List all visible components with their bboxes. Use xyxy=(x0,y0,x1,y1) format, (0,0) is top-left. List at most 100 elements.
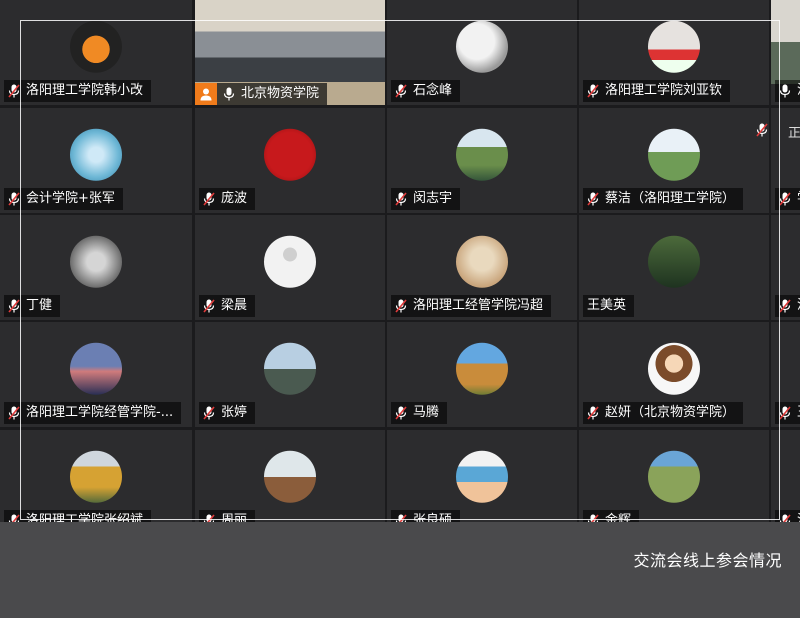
participant-tile[interactable]: 王美英 xyxy=(579,215,769,320)
participant-tile[interactable]: 丁健 xyxy=(0,215,192,320)
participant-name-tag: 洛阳理工经管学院冯超 xyxy=(391,295,552,317)
participant-tile[interactable]: 洛 xyxy=(771,430,800,522)
participant-name: 金辉 xyxy=(605,513,632,522)
host-user-icon xyxy=(195,83,217,105)
mic-muted-icon xyxy=(8,84,20,98)
participant-name: 赵妍（北京物资学院） xyxy=(605,405,736,420)
mic-muted-icon xyxy=(779,299,791,313)
avatar xyxy=(70,342,122,395)
mic-muted-icon xyxy=(779,406,791,420)
participant-name-tag: 洛 xyxy=(775,80,800,102)
mic-muted-icon xyxy=(587,192,599,206)
participant-tile[interactable]: 闵志宇 xyxy=(387,108,577,213)
mic-muted-icon xyxy=(779,514,791,522)
participant-name: 闵志宇 xyxy=(413,191,453,206)
mic-muted-icon xyxy=(587,514,599,522)
participant-name-tag: 洛阳理工学院韩小改 xyxy=(4,80,152,102)
avatar xyxy=(264,128,316,181)
participant-name-tag: 洛 xyxy=(775,295,800,317)
participant-name: 北京物资学院 xyxy=(241,86,320,101)
participant-name-tag: 张婷 xyxy=(199,402,256,424)
avatar xyxy=(456,20,508,73)
mic-muted-icon xyxy=(8,406,20,420)
participant-name: 蔡洁（洛阳理工学院） xyxy=(605,191,736,206)
mic-muted-icon xyxy=(203,192,215,206)
avatar xyxy=(264,450,316,503)
participant-name: 洛阳理工学院经管学院-... xyxy=(26,405,174,420)
mic-muted-icon xyxy=(756,122,768,141)
mic-muted-icon xyxy=(395,299,407,313)
participant-tile[interactable]: 北京物资学院 xyxy=(195,0,385,105)
mic-muted-icon xyxy=(587,84,599,98)
participant-name: 张婷 xyxy=(221,405,248,420)
mic-muted-icon xyxy=(395,84,407,98)
participant-name-tag: 石念峰 xyxy=(391,80,461,102)
participant-name-tag: 庞波 xyxy=(199,188,256,210)
participant-name: 马腾 xyxy=(413,405,440,420)
avatar xyxy=(70,20,122,73)
mic-muted-icon xyxy=(395,192,407,206)
participant-name-tag: 赵妍（北京物资学院） xyxy=(583,402,744,424)
participant-name-tag: 王美英 xyxy=(583,295,635,317)
participant-name: 石念峰 xyxy=(413,83,453,98)
avatar xyxy=(264,342,316,395)
participant-name: 梁晨 xyxy=(221,298,248,313)
participant-name-tag: 学 xyxy=(775,188,800,210)
participant-name-tag: 王 xyxy=(775,402,800,424)
participant-tile[interactable]: 蔡洁（洛阳理工学院） xyxy=(579,108,769,213)
avatar xyxy=(648,128,700,181)
mic-muted-icon xyxy=(203,299,215,313)
participant-tile[interactable]: 王 xyxy=(771,322,800,427)
participant-tile[interactable]: 张良硕 xyxy=(387,430,577,522)
participant-name: 丁健 xyxy=(26,298,53,313)
participant-name: 洛阳理工学院刘亚钦 xyxy=(605,83,723,98)
participant-tile[interactable]: 洛阳理工学院经管学院-... xyxy=(0,322,192,427)
caption-bar: 交流会线上参会情况 xyxy=(0,522,800,618)
participant-tile[interactable]: 梁晨 xyxy=(195,215,385,320)
avatar xyxy=(70,128,122,181)
participant-name: 会计学院+张军 xyxy=(26,191,115,206)
participant-tile[interactable]: 周丽 xyxy=(195,430,385,522)
participant-tile[interactable]: 洛阳理工经管学院冯超 xyxy=(387,215,577,320)
participant-name-tag: 丁健 xyxy=(4,295,61,317)
mic-muted-icon xyxy=(587,406,599,420)
participant-name-tag: 洛阳理工学院张绍斌 xyxy=(4,510,152,522)
avatar xyxy=(456,235,508,288)
participant-name-tag: 会计学院+张军 xyxy=(4,188,123,210)
participant-tile[interactable]: 洛阳理工学院张绍斌 xyxy=(0,430,192,522)
mic-muted-icon xyxy=(203,406,215,420)
participant-name: 张良硕 xyxy=(413,513,453,522)
avatar xyxy=(648,342,700,395)
participant-tile[interactable]: 庞波 xyxy=(195,108,385,213)
avatar xyxy=(70,235,122,288)
mic-muted-icon xyxy=(395,514,407,522)
mic-on-icon xyxy=(779,84,791,98)
participant-tile[interactable]: 石念峰 xyxy=(387,0,577,105)
participant-name: 庞波 xyxy=(221,191,248,206)
mic-muted-icon xyxy=(203,514,215,522)
avatar xyxy=(456,128,508,181)
participant-name-tag: 梁晨 xyxy=(199,295,256,317)
participant-name-tag: 马腾 xyxy=(391,402,448,424)
participant-tile[interactable]: 洛阳理工学院韩小改 xyxy=(0,0,192,105)
participant-tile[interactable]: 洛阳理工学院刘亚钦 xyxy=(579,0,769,105)
participant-tile[interactable]: 洛 xyxy=(771,0,800,105)
participant-name-tag: 张良硕 xyxy=(391,510,461,522)
avatar xyxy=(648,235,700,288)
participant-tile[interactable]: 金辉 xyxy=(579,430,769,522)
participant-name: 洛阳理工经管学院冯超 xyxy=(413,298,544,313)
participant-name-tag: 闵志宇 xyxy=(391,188,461,210)
mic-muted-icon xyxy=(8,299,20,313)
mic-muted-icon xyxy=(779,192,791,206)
participant-name: 洛阳理工学院张绍斌 xyxy=(26,513,144,522)
participant-name-tag: 北京物资学院 xyxy=(195,83,328,105)
participant-tile[interactable]: 赵妍（北京物资学院） xyxy=(579,322,769,427)
avatar xyxy=(456,342,508,395)
mic-on-icon xyxy=(223,87,235,101)
participant-name: 王美英 xyxy=(587,298,627,313)
participant-tile[interactable]: 会计学院+张军 xyxy=(0,108,192,213)
participant-tile[interactable]: 马腾 xyxy=(387,322,577,427)
participant-tile[interactable]: 张婷 xyxy=(195,322,385,427)
meeting-screen: 洛阳理工学院韩小改北京物资学院石念峰洛阳理工学院刘亚钦洛会计学院+张军庞波闵志宇… xyxy=(0,0,800,618)
participant-tile[interactable]: 洛 xyxy=(771,215,800,320)
